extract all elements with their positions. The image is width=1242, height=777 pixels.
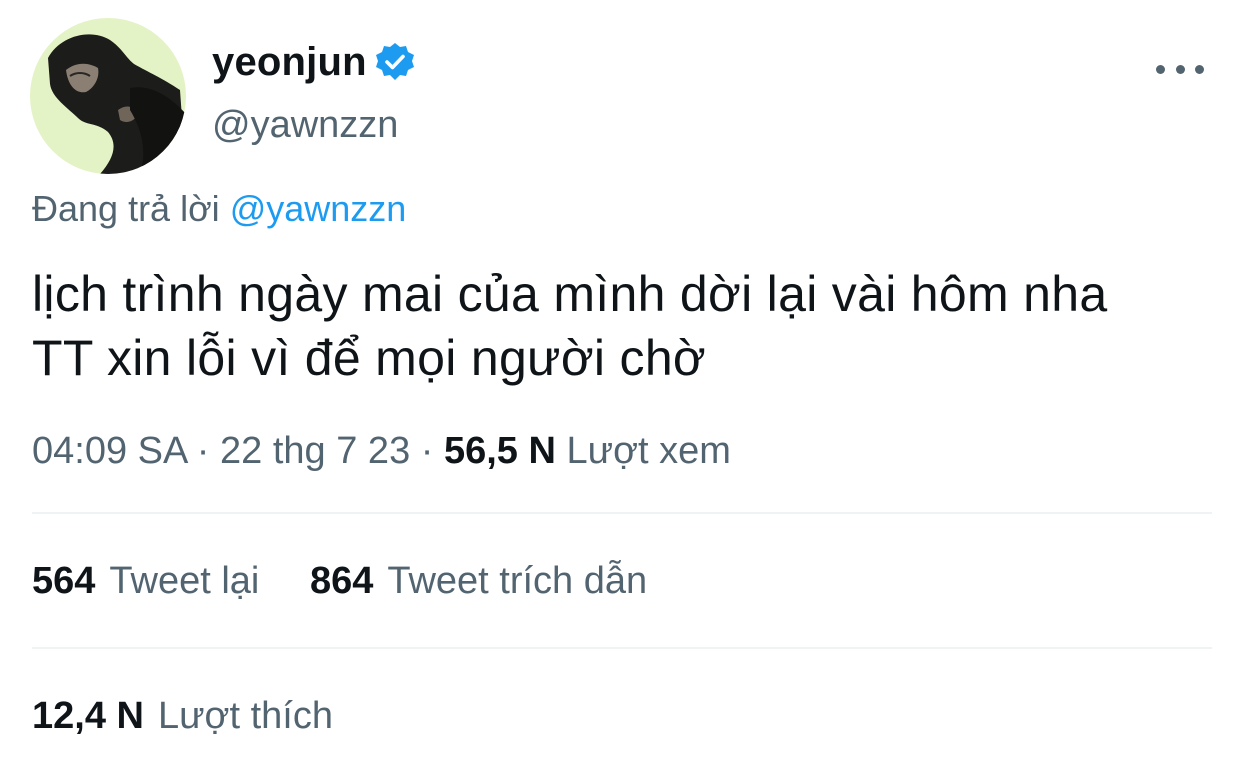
dot	[1175, 64, 1185, 74]
tweet-time[interactable]: 04:09 SA	[32, 430, 186, 472]
meta-separator: ·	[410, 430, 444, 472]
tweet-text-line: TT xin lỗi vì để mọi người chờ	[32, 330, 707, 386]
stats-row-retweets: 564 Tweet lại 864 Tweet trích dẫn	[32, 560, 647, 603]
replying-to: Đang trả lời @yawnzzn	[32, 188, 406, 230]
retweets-count: 564	[32, 560, 96, 602]
divider	[32, 647, 1212, 649]
views-count[interactable]: 56,5 N	[444, 430, 556, 472]
quotes-label: Tweet trích dẫn	[387, 560, 648, 602]
author-row: yeonjun	[212, 36, 417, 88]
dot	[1195, 64, 1204, 74]
likes-label: Lượt thích	[157, 695, 333, 737]
replying-to-label: Đang trả lời	[32, 188, 220, 229]
tweet-text: lịch trình ngày mai của mình dời lại vài…	[32, 262, 1232, 390]
divider	[32, 512, 1212, 514]
retweets-label: Tweet lại	[109, 560, 260, 602]
meta-separator: ·	[186, 430, 221, 472]
author-handle[interactable]: @yawnzzn	[212, 104, 398, 147]
retweets-stat[interactable]: 564 Tweet lại	[32, 560, 259, 603]
more-horizontal-icon[interactable]	[1156, 54, 1204, 84]
tweet-detail: yeonjun @yawnzzn Đang trả lời @yawnzzn l…	[0, 0, 1242, 777]
replying-to-handle[interactable]: @yawnzzn	[230, 188, 407, 229]
dot	[1156, 64, 1165, 74]
views-label[interactable]: Lượt xem	[567, 430, 731, 472]
avatar-image	[30, 18, 186, 174]
tweet-text-line: lịch trình ngày mai của mình dời lại vài…	[32, 266, 1108, 322]
stats-row-likes: 12,4 N Lượt thích	[32, 695, 333, 738]
tweet-meta: 04:09 SA · 22 thg 7 23 · 56,5 N Lượt xem	[32, 430, 731, 473]
likes-stat[interactable]: 12,4 N Lượt thích	[32, 695, 333, 738]
avatar[interactable]	[30, 18, 186, 174]
display-name[interactable]: yeonjun	[212, 40, 367, 85]
tweet-date[interactable]: 22 thg 7 23	[220, 430, 410, 472]
quotes-stat[interactable]: 864 Tweet trích dẫn	[310, 560, 647, 603]
quotes-count: 864	[309, 560, 374, 602]
likes-count: 12,4 N	[32, 695, 144, 737]
verified-badge-icon	[373, 40, 417, 84]
